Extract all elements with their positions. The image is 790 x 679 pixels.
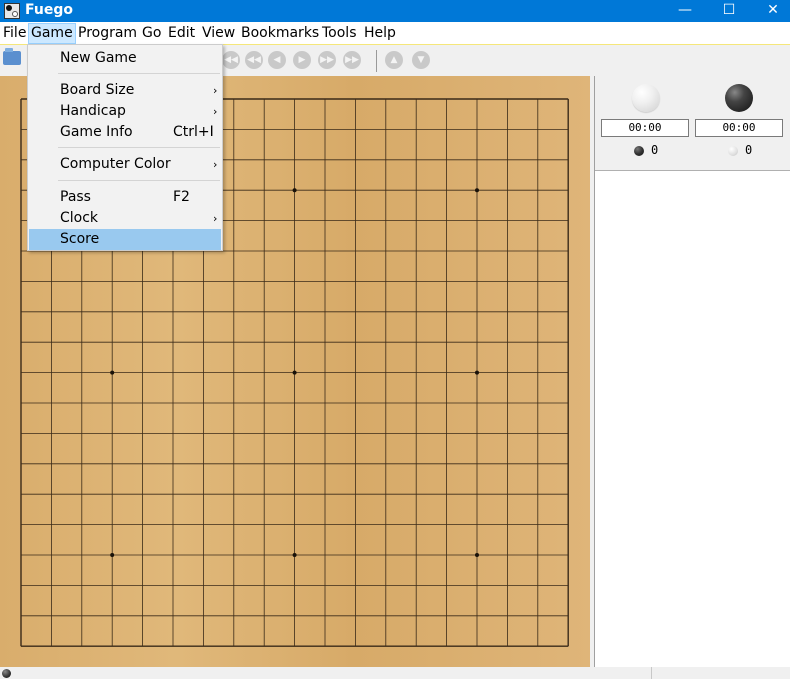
maximize-button[interactable]: ☐ <box>706 0 752 22</box>
side-panel: 00:00 00:00 0 0 <box>594 76 790 667</box>
black-stone-icon <box>725 84 753 112</box>
menu-edit[interactable]: Edit <box>166 24 197 43</box>
to-play-stone-icon <box>2 669 11 678</box>
black-capture-stone-icon <box>634 146 644 156</box>
minimize-button[interactable]: — <box>662 0 708 22</box>
next-variation-icon[interactable]: ▼ <box>412 51 430 69</box>
open-icon[interactable] <box>3 48 21 65</box>
menu-item-shortcut: Ctrl+I <box>173 124 214 140</box>
white-stone-icon <box>632 84 660 112</box>
menu-item-clock[interactable]: Clock › <box>29 208 221 229</box>
menu-item-label: Computer Color <box>60 156 171 172</box>
submenu-arrow-icon: › <box>213 158 218 171</box>
previous-variation-icon[interactable]: ▲ <box>385 51 403 69</box>
menu-item-label: Handicap <box>60 103 126 119</box>
menu-item-label: New Game <box>60 50 137 66</box>
menu-separator <box>58 73 220 74</box>
window-title: Fuego <box>25 2 73 18</box>
black-clock: 00:00 <box>695 119 783 137</box>
fuego-app-icon <box>4 3 20 19</box>
menu-item-game-info[interactable]: Game Info Ctrl+I <box>29 122 221 143</box>
star-point <box>292 188 297 193</box>
game-info-panel: 00:00 00:00 0 0 <box>595 76 790 171</box>
menu-file[interactable]: File <box>1 24 28 43</box>
menu-program[interactable]: Program <box>76 24 139 43</box>
menu-item-shortcut: F2 <box>173 189 190 205</box>
forward-10-icon[interactable]: ▶▶ <box>318 51 336 69</box>
title-bar: Fuego — ☐ ✕ <box>0 0 790 22</box>
back-icon[interactable]: ◀ <box>268 51 286 69</box>
menu-item-new-game[interactable]: New Game <box>29 48 221 69</box>
menu-game[interactable]: Game <box>28 23 76 44</box>
star-point <box>475 188 479 193</box>
star-point <box>475 370 479 375</box>
menu-item-label: Clock <box>60 210 99 226</box>
star-point <box>292 370 297 375</box>
submenu-arrow-icon: › <box>213 84 218 97</box>
menu-item-board-size[interactable]: Board Size › <box>29 80 221 101</box>
menu-item-pass[interactable]: Pass F2 <box>29 187 221 208</box>
star-point <box>110 553 115 557</box>
toolbar-separator <box>376 50 377 72</box>
menu-tools[interactable]: Tools <box>320 24 359 43</box>
submenu-arrow-icon: › <box>213 105 218 118</box>
menu-item-label: Pass <box>60 189 91 205</box>
end-icon[interactable]: ▶▶ <box>343 51 361 69</box>
status-bar <box>0 667 790 679</box>
menu-bookmarks[interactable]: Bookmarks <box>239 24 321 43</box>
close-button[interactable]: ✕ <box>750 0 790 22</box>
menu-separator <box>58 180 220 181</box>
star-point <box>475 553 479 557</box>
menu-item-handicap[interactable]: Handicap › <box>29 101 221 122</box>
beginning-icon[interactable]: ◀◀ <box>222 51 240 69</box>
submenu-arrow-icon: › <box>213 212 218 225</box>
status-divider <box>651 667 652 679</box>
white-captures: 0 <box>651 143 659 157</box>
menu-go[interactable]: Go <box>140 24 163 43</box>
white-capture-stone-icon <box>728 146 738 156</box>
back-10-icon[interactable]: ◀◀ <box>245 51 263 69</box>
game-menu-dropdown: New Game Board Size › Handicap › Game In… <box>27 44 223 251</box>
menu-help[interactable]: Help <box>362 24 398 43</box>
menu-item-score[interactable]: Score <box>29 229 221 250</box>
menu-item-label: Board Size <box>60 82 135 98</box>
star-point <box>292 553 297 557</box>
menu-bar: File Game Program Go Edit View Bookmarks… <box>0 22 790 45</box>
menu-view[interactable]: View <box>200 24 237 43</box>
menu-item-label: Game Info <box>60 124 133 140</box>
menu-separator <box>58 147 220 148</box>
black-captures: 0 <box>745 143 753 157</box>
white-clock: 00:00 <box>601 119 689 137</box>
star-point <box>110 370 115 375</box>
menu-item-label: Score <box>60 231 100 247</box>
forward-icon[interactable]: ▶ <box>293 51 311 69</box>
menu-item-computer-color[interactable]: Computer Color › <box>29 154 221 175</box>
